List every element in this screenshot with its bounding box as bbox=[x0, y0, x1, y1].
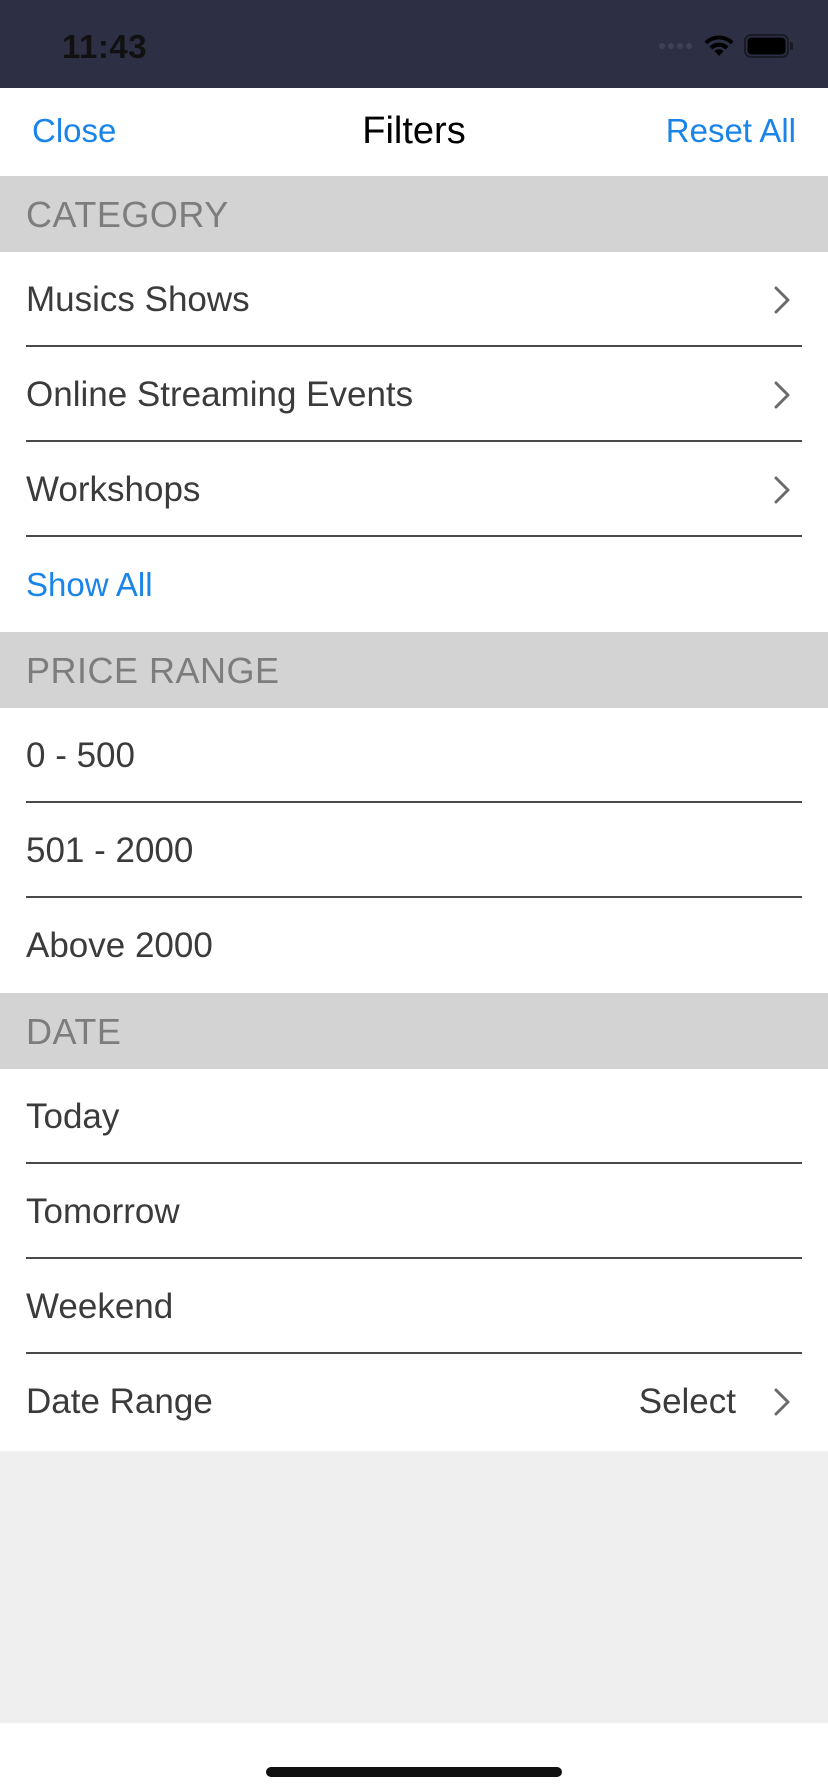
date-range-value: Select bbox=[638, 1382, 736, 1421]
price-option-above-2000[interactable]: Above 2000 bbox=[0, 898, 828, 993]
date-option-tomorrow[interactable]: Tomorrow bbox=[0, 1164, 828, 1259]
cellular-signal-icon bbox=[656, 43, 692, 49]
date-option-label: Tomorrow bbox=[26, 1192, 180, 1231]
chevron-right-icon bbox=[774, 286, 790, 314]
date-option-weekend[interactable]: Weekend bbox=[0, 1259, 828, 1354]
show-all-row: Show All bbox=[0, 537, 828, 632]
category-item-label: Musics Shows bbox=[26, 280, 250, 319]
category-item-online-streaming-events[interactable]: Online Streaming Events bbox=[0, 347, 828, 442]
wifi-icon bbox=[704, 35, 734, 56]
date-range-label: Date Range bbox=[26, 1382, 213, 1421]
date-option-label: Today bbox=[26, 1097, 120, 1136]
empty-area bbox=[0, 1451, 828, 1723]
home-indicator-area bbox=[0, 1723, 828, 1792]
date-option-label: Weekend bbox=[26, 1287, 174, 1326]
status-time: 11:43 bbox=[62, 28, 148, 65]
category-item-label: Workshops bbox=[26, 470, 201, 509]
home-indicator[interactable] bbox=[266, 1767, 562, 1777]
show-all-button[interactable]: Show All bbox=[26, 537, 153, 632]
status-bar: 11:43 bbox=[0, 0, 828, 88]
date-option-today[interactable]: Today bbox=[0, 1069, 828, 1164]
price-option-label: 501 - 2000 bbox=[26, 831, 194, 870]
reset-all-button[interactable]: Reset All bbox=[666, 112, 796, 150]
chevron-right-icon bbox=[774, 476, 790, 504]
battery-icon bbox=[744, 34, 793, 58]
price-option-501-2000[interactable]: 501 - 2000 bbox=[0, 803, 828, 898]
date-range-row[interactable]: Date Range Select bbox=[0, 1354, 828, 1449]
chevron-right-icon bbox=[774, 1388, 790, 1416]
price-option-label: 0 - 500 bbox=[26, 736, 135, 775]
price-option-label: Above 2000 bbox=[26, 926, 213, 965]
category-item-music-shows[interactable]: Musics Shows bbox=[0, 252, 828, 347]
section-header-date: DATE bbox=[0, 993, 828, 1069]
category-item-workshops[interactable]: Workshops bbox=[0, 442, 828, 537]
category-item-label: Online Streaming Events bbox=[26, 375, 414, 414]
status-icons bbox=[656, 34, 794, 58]
section-header-price-range: PRICE RANGE bbox=[0, 632, 828, 708]
nav-bar: Close Filters Reset All bbox=[0, 88, 828, 176]
section-header-category: CATEGORY bbox=[0, 176, 828, 252]
price-option-0-500[interactable]: 0 - 500 bbox=[0, 708, 828, 803]
filter-list: CATEGORY Musics Shows Online Streaming E… bbox=[0, 176, 828, 1449]
chevron-right-icon bbox=[774, 381, 790, 409]
